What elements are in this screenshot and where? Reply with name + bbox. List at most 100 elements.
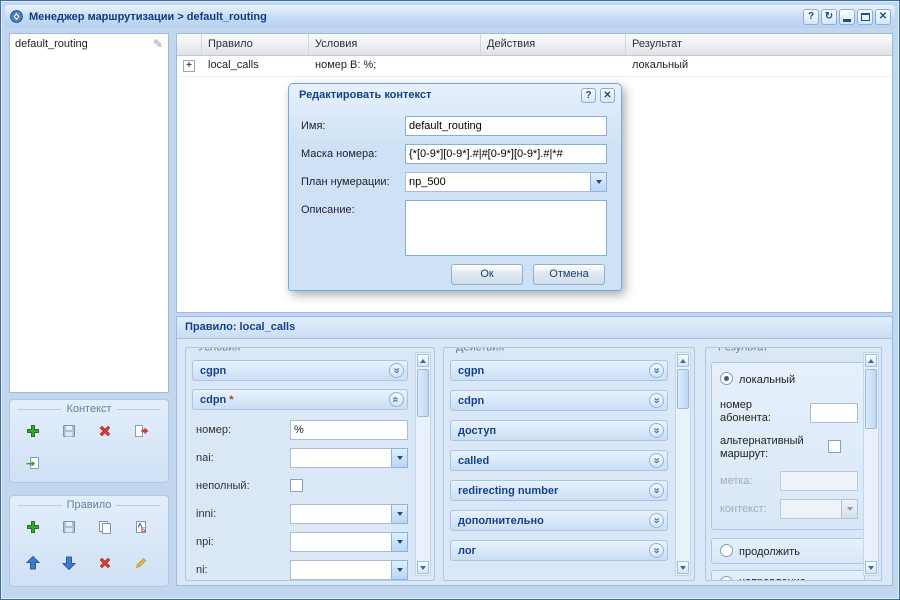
column-header-expand xyxy=(177,34,202,55)
actions-scrollbar[interactable] xyxy=(675,352,691,576)
radio-direction[interactable] xyxy=(720,576,733,581)
inni-select[interactable] xyxy=(290,504,391,524)
action-section-access[interactable]: доступ » xyxy=(450,420,668,441)
incomplete-label: неполный: xyxy=(196,480,250,492)
radio-continue-label: продолжить xyxy=(739,546,800,559)
radio-continue[interactable] xyxy=(720,544,733,557)
svg-text:Б: Б xyxy=(141,527,146,534)
scroll-up-button[interactable] xyxy=(417,354,429,367)
dropdown-trigger-icon[interactable] xyxy=(391,504,408,524)
metka-input xyxy=(780,471,858,491)
description-textarea[interactable] xyxy=(405,200,607,256)
action-section-extra[interactable]: дополнительно » xyxy=(450,510,668,531)
context-label: контекст: xyxy=(720,503,767,516)
section-cgpn[interactable]: cgpn » xyxy=(192,360,408,381)
scrollbar-thumb[interactable] xyxy=(417,369,429,417)
name-input[interactable] xyxy=(405,116,607,136)
action-section-cgpn[interactable]: cgpn » xyxy=(450,360,668,381)
minimize-icon xyxy=(843,19,851,22)
section-cdpn[interactable]: cdpn * » xyxy=(192,389,408,410)
minimize-button[interactable] xyxy=(839,9,855,25)
edit-rule-button[interactable] xyxy=(126,550,156,576)
chevron-down-icon[interactable]: » xyxy=(649,483,664,498)
chevron-down-icon[interactable]: » xyxy=(649,363,664,378)
dialog-close-button[interactable]: ✕ xyxy=(600,88,615,103)
edit-pencil-icon[interactable]: ✎ xyxy=(153,37,163,51)
chevron-down-icon[interactable]: » xyxy=(649,393,664,408)
number-label: номер: xyxy=(196,424,231,436)
plus-icon xyxy=(25,423,41,439)
chevron-up-icon[interactable]: » xyxy=(389,392,404,407)
scroll-down-button[interactable] xyxy=(417,561,429,574)
dialog-help-button[interactable]: ? xyxy=(581,88,596,103)
dropdown-trigger-icon[interactable] xyxy=(590,172,607,192)
help-button[interactable]: ? xyxy=(803,9,819,25)
titlebar: Менеджер маршрутизации > default_routing… xyxy=(5,5,895,28)
scrollbar-thumb[interactable] xyxy=(677,369,689,409)
list-item-default-routing[interactable]: default_routing ✎ xyxy=(10,34,168,54)
scrollbar-thumb[interactable] xyxy=(865,369,877,429)
ok-button[interactable]: Ок xyxy=(451,264,523,285)
move-up-button[interactable] xyxy=(18,550,48,576)
action-section-called[interactable]: called » xyxy=(450,450,668,471)
mask-input[interactable] xyxy=(405,144,607,164)
dropdown-trigger-icon[interactable] xyxy=(391,560,408,580)
alt-route-checkbox[interactable] xyxy=(828,440,841,453)
save-rule-button[interactable] xyxy=(54,514,84,540)
import-context-button[interactable] xyxy=(18,450,48,476)
scroll-down-button[interactable] xyxy=(865,561,877,574)
result-direction-group: направление xyxy=(711,570,865,581)
chevron-down-icon[interactable]: » xyxy=(649,423,664,438)
nai-select[interactable] xyxy=(290,448,391,468)
conditions-scrollbar[interactable] xyxy=(415,352,431,576)
scroll-up-button[interactable] xyxy=(865,354,877,367)
window-title: Менеджер маршрутизации > default_routing xyxy=(29,11,267,23)
column-header-conditions[interactable]: Условия xyxy=(309,34,481,55)
maximize-button[interactable] xyxy=(857,9,873,25)
delete-context-button[interactable] xyxy=(90,418,120,444)
rule-detail-body: Условия cgpn » cdpn * » номер: nai: xyxy=(177,339,892,585)
copy-rule-button[interactable] xyxy=(90,514,120,540)
grid-header: Правило Условия Действия Результат xyxy=(177,34,892,56)
subscriber-number-input[interactable] xyxy=(810,403,858,423)
chevron-down-icon[interactable]: » xyxy=(649,513,664,528)
radio-local[interactable] xyxy=(720,372,733,385)
refresh-button[interactable]: ↻ xyxy=(821,9,837,25)
subscriber-number-label: номер абонента: xyxy=(720,399,800,425)
conditions-fieldset: Условия cgpn » cdpn * » номер: nai: xyxy=(185,347,435,581)
save-context-button[interactable] xyxy=(54,418,84,444)
action-section-redirecting[interactable]: redirecting number » xyxy=(450,480,668,501)
number-input[interactable] xyxy=(290,420,408,440)
incomplete-checkbox[interactable] xyxy=(290,479,303,492)
export-context-button[interactable] xyxy=(126,418,156,444)
scroll-up-button[interactable] xyxy=(677,354,689,367)
delete-rule-button[interactable] xyxy=(90,550,120,576)
table-row[interactable]: + local_calls номер В: %; локальный xyxy=(177,56,892,77)
close-button[interactable]: ✕ xyxy=(875,9,891,25)
plan-select[interactable] xyxy=(405,172,590,192)
npi-select[interactable] xyxy=(290,532,391,552)
move-down-button[interactable] xyxy=(54,550,84,576)
result-scrollbar[interactable] xyxy=(863,352,879,576)
arrow-up-icon xyxy=(25,555,41,571)
scroll-down-button[interactable] xyxy=(677,561,689,574)
expand-icon[interactable]: + xyxy=(183,60,195,72)
action-section-cdpn[interactable]: cdpn » xyxy=(450,390,668,411)
cancel-button[interactable]: Отмена xyxy=(533,264,605,285)
dropdown-trigger-icon[interactable] xyxy=(391,448,408,468)
maximize-icon xyxy=(861,13,870,21)
ni-select[interactable] xyxy=(290,560,391,580)
column-header-actions[interactable]: Действия xyxy=(481,34,626,55)
chevron-down-icon[interactable]: » xyxy=(389,363,404,378)
column-header-result[interactable]: Результат xyxy=(626,34,892,55)
add-context-button[interactable] xyxy=(18,418,48,444)
rename-rule-button[interactable]: AБ xyxy=(126,514,156,540)
result-continue-group: продолжить xyxy=(711,538,865,564)
add-rule-button[interactable] xyxy=(18,514,48,540)
chevron-down-icon[interactable]: » xyxy=(649,453,664,468)
action-section-log[interactable]: лог » xyxy=(450,540,668,561)
dropdown-trigger-icon[interactable] xyxy=(391,532,408,552)
section-label: cdpn xyxy=(200,394,226,406)
chevron-down-icon[interactable]: » xyxy=(649,543,664,558)
column-header-rule[interactable]: Правило xyxy=(202,34,309,55)
